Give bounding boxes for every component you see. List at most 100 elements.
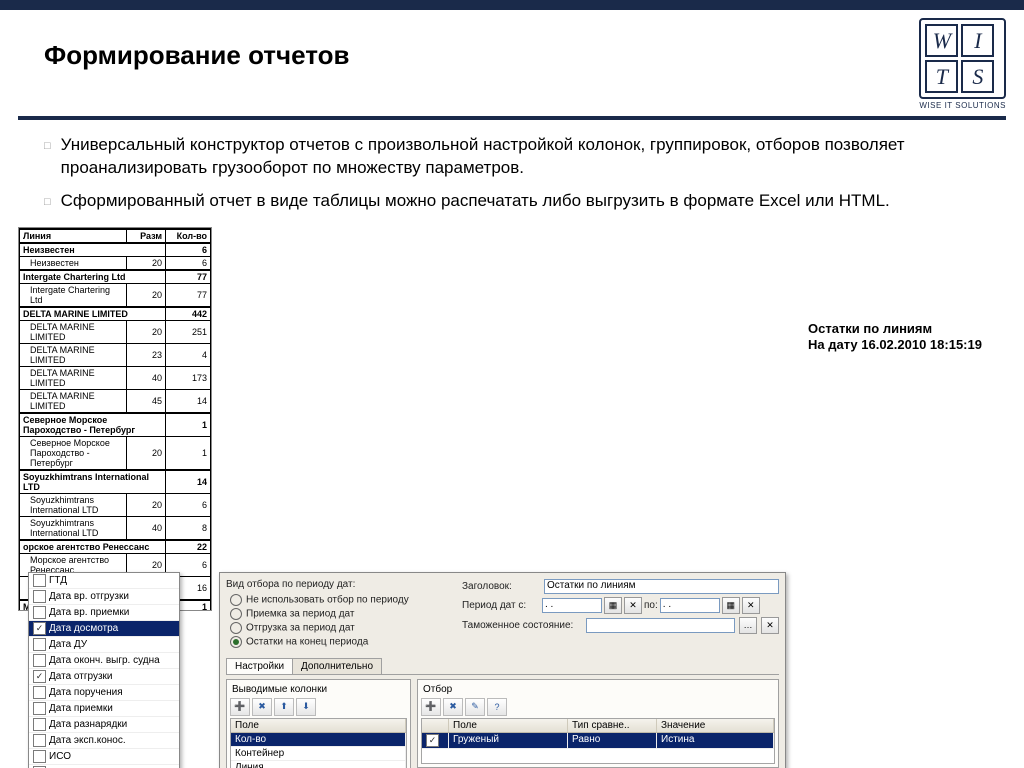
edit-icon[interactable]: ✎ [465,698,485,716]
report-data-row: Soyuzkhimtrans International LTD408 [20,516,211,540]
checkbox-icon[interactable]: ✓ [33,622,46,635]
dropdown-icon[interactable]: … [739,617,757,634]
field-item[interactable]: ✓Дата досмотра [29,621,179,637]
clear-icon[interactable]: ✕ [761,617,779,634]
move-down-icon[interactable]: ⬇ [296,698,316,716]
field-item[interactable]: ✓Дата отгрузки [29,669,179,685]
field-item[interactable]: Дата эксп.конос. [29,733,179,749]
field-label: Дата разнарядки [49,719,127,730]
field-item[interactable]: Дата оконч. выгр. судна [29,653,179,669]
checkbox-icon[interactable] [33,702,46,715]
report-data-row: DELTA MARINE LIMITED4514 [20,389,211,413]
report-data-row: Северное Морское Пароходство - Петербург… [20,436,211,470]
radio-label: Отгрузка за период дат [246,622,355,633]
report-settings-panel: Вид отбора по периоду дат: Не использова… [219,572,786,768]
field-item[interactable]: Дата вр. приемки [29,605,179,621]
customs-status-input[interactable] [586,618,735,633]
column-header: Тип сравне.. [568,719,657,732]
field-label: Дата эксп.конос. [49,735,126,746]
report-header: Разм [127,229,166,243]
field-label: Дата вр. приемки [49,607,129,618]
logo-letter: W [925,24,958,57]
checkbox-icon[interactable] [33,734,46,747]
field-label: Дата досмотра [49,623,118,634]
radio-icon[interactable] [230,636,242,648]
clear-icon[interactable]: ✕ [742,597,760,614]
field-label: ГТД [49,575,67,586]
date-to-picker-icon[interactable]: ▦ [722,597,740,614]
delete-icon[interactable]: ✖ [443,698,463,716]
add-icon[interactable]: ➕ [421,698,441,716]
move-up-icon[interactable]: ⬆ [274,698,294,716]
tab-additional[interactable]: Дополнительно [292,658,382,674]
field-label: ИСО [49,751,71,762]
radio-option[interactable]: Отгрузка за период дат [230,622,442,634]
bullet-text: Сформированный отчет в виде таблицы можн… [61,190,890,213]
filter-row[interactable]: ✓ Груженый Равно Истина [422,733,774,749]
report-header: Кол-во [166,229,211,243]
radio-icon[interactable] [230,608,242,620]
add-icon[interactable]: ➕ [230,698,250,716]
header-input[interactable]: Остатки по линиям [544,579,779,594]
bullet-text: Универсальный конструктор отчетов с прои… [61,134,980,180]
field-item[interactable]: Дата ДУ [29,637,179,653]
columns-grid[interactable]: Поле Кол-воКонтейнерЛинияРазмРазнарядка [230,718,407,768]
report-data-row: Soyuzkhimtrans International LTD206 [20,493,211,516]
radio-icon[interactable] [230,594,242,606]
radio-label: Не использовать отбор по периоду [246,594,409,605]
field-item[interactable]: Дата вр. отгрузки [29,589,179,605]
clear-icon[interactable]: ✕ [624,597,642,614]
field-item[interactable]: ИСО [29,749,179,765]
logo-letter: S [961,60,994,93]
logo-letter: I [961,24,994,57]
field-item[interactable]: Дата приемки [29,701,179,717]
radio-icon[interactable] [230,622,242,634]
checkbox-icon[interactable] [33,654,46,667]
report-data-row: DELTA MARINE LIMITED234 [20,343,211,366]
checkbox-icon[interactable] [33,574,46,587]
checkbox-icon[interactable] [33,686,46,699]
report-group-row: DELTA MARINE LIMITED442 [20,307,211,321]
report-group-row: Неизвестен6 [20,243,211,257]
checkbox-icon[interactable]: ✓ [426,734,439,747]
column-row[interactable]: Кол-во [231,733,406,747]
report-data-row: DELTA MARINE LIMITED40173 [20,366,211,389]
checkbox-icon[interactable] [33,606,46,619]
help-icon[interactable]: ? [487,698,507,716]
checkbox-icon[interactable] [33,590,46,603]
date-from-input[interactable]: . . [542,598,602,613]
column-row[interactable]: Контейнер [231,747,406,761]
field-label: Дата оконч. выгр. судна [49,655,160,666]
checkbox-icon[interactable] [33,718,46,731]
tab-settings[interactable]: Настройки [226,658,293,674]
customs-status-label: Таможенное состояние: [462,620,582,631]
filter-grid[interactable]: Поле Тип сравне.. Значение ✓ Груженый Ра… [421,718,775,764]
bullet-icon: □ [44,195,51,213]
bullet-icon: □ [44,139,51,180]
field-item[interactable]: Дата поручения [29,685,179,701]
checkbox-icon[interactable] [33,750,46,763]
radio-option[interactable]: Остатки на конец периода [230,636,442,648]
column-row[interactable]: Линия [231,761,406,768]
checkbox-icon[interactable]: ✓ [33,670,46,683]
report-group-row: Intergate Chartering Ltd77 [20,270,211,284]
header-label: Заголовок: [462,581,540,592]
columns-section-title: Выводимые колонки [230,683,407,696]
field-item[interactable]: ГТД [29,573,179,589]
field-label: Дата вр. отгрузки [49,591,129,602]
radio-option[interactable]: Приемка за период дат [230,608,442,620]
column-header: Значение [657,719,774,732]
report-group-row: Soyuzkhimtrans International LTD14 [20,470,211,494]
report-group-row: Северное Морское Пароходство - Петербург… [20,413,211,437]
date-to-input[interactable]: . . [660,598,720,613]
report-data-row: Intergate Chartering Ltd2077 [20,283,211,307]
delete-icon[interactable]: ✖ [252,698,272,716]
slide-title: Формирование отчетов [18,18,350,77]
date-from-picker-icon[interactable]: ▦ [604,597,622,614]
field-item[interactable]: Дата разнарядки [29,717,179,733]
checkbox-icon[interactable] [33,638,46,651]
date-to-label: по: [644,600,658,611]
column-header: Поле [449,719,568,732]
field-checklist-panel[interactable]: ГТДДата вр. отгрузкиДата вр. приемки✓Дат… [28,572,180,768]
radio-option[interactable]: Не использовать отбор по периоду [230,594,442,606]
